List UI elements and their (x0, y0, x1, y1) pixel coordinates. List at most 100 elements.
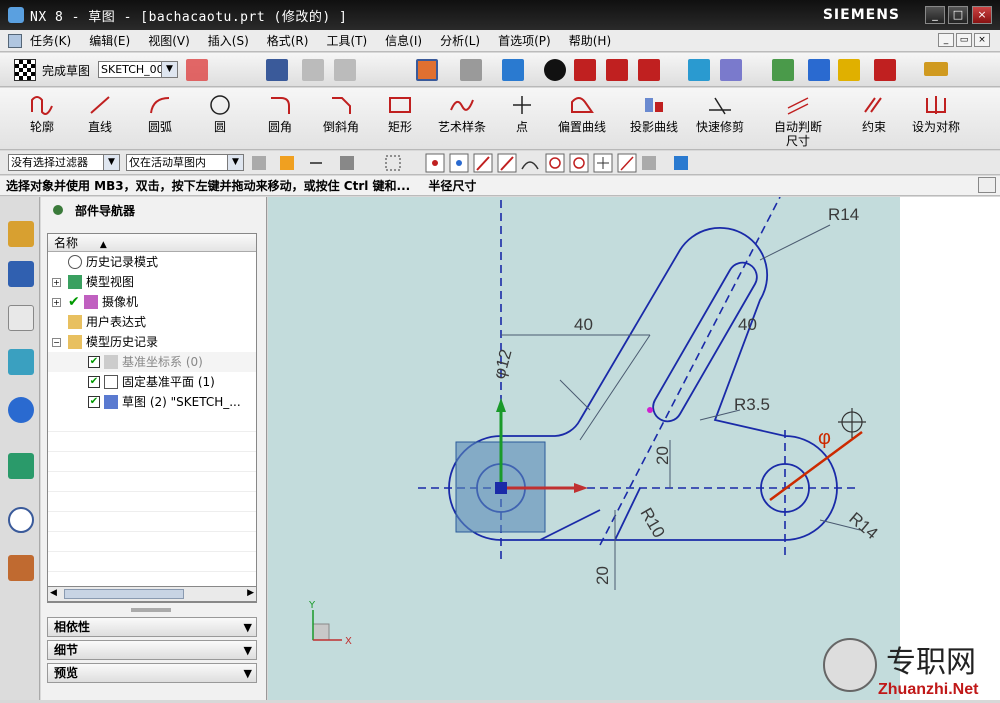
render-style-icon[interactable] (460, 59, 482, 81)
copy-icon[interactable] (334, 59, 356, 81)
graphics-window[interactable]: R14 40 40 φ12 R3.5 20 R10 R14 20 φ Y X (268, 177, 1000, 700)
part-navigator-icon[interactable] (8, 305, 34, 331)
checkbox-checked[interactable]: ✔ (88, 376, 100, 388)
cube-section-icon[interactable] (638, 59, 660, 81)
name-column-header[interactable]: 名称 ▲ (48, 234, 256, 252)
clock-icon[interactable] (8, 507, 34, 533)
doc-restore-icon[interactable]: ▭ (956, 33, 972, 47)
nx-app-icon[interactable] (8, 7, 24, 23)
part-icon[interactable] (8, 33, 22, 48)
rotate-icon[interactable] (720, 59, 742, 81)
menu-preferences[interactable]: 首选项(P) (498, 32, 551, 49)
dim-20-vertical[interactable]: 20 (653, 446, 672, 465)
chevron-down-icon[interactable]: ▼ (244, 619, 252, 637)
tree-row[interactable]: 用户表达式 (48, 312, 256, 332)
tool-profile[interactable]: 轮廓 (22, 92, 62, 134)
web-browser-icon[interactable] (8, 397, 34, 423)
move-icon[interactable] (688, 59, 710, 81)
menu-task[interactable]: 任务(K) (30, 32, 71, 49)
scroll-left-icon[interactable]: ◀ (50, 588, 57, 598)
history-icon[interactable] (8, 453, 34, 479)
roles-icon[interactable] (8, 555, 34, 581)
tool-make-symmetric[interactable]: 设为对称 (906, 92, 966, 134)
sketch-view-icon[interactable] (544, 59, 566, 81)
sketch-canvas[interactable]: R14 40 40 φ12 R3.5 20 R10 R14 20 φ Y X (268, 196, 1000, 700)
checkbox-checked[interactable]: ✔ (88, 396, 100, 408)
snap-toolbar-icons[interactable] (250, 153, 690, 173)
finish-sketch-flag-icon[interactable] (14, 59, 36, 81)
tool-quick-trim[interactable]: 快速修剪 (692, 92, 748, 134)
tool-offset-curve[interactable]: 偏置曲线 (554, 92, 610, 134)
pin-icon[interactable] (53, 205, 63, 215)
type-filter-select[interactable]: 没有选择过滤器 ▼ (8, 154, 120, 171)
tree-row[interactable]: + 模型视图 (48, 272, 256, 292)
reuse-library-icon[interactable] (8, 349, 34, 375)
dim-r14-top[interactable]: R14 (828, 205, 859, 224)
splitter-handle[interactable] (131, 608, 171, 612)
chevron-down-icon[interactable]: ▼ (244, 642, 252, 660)
scrollbar-thumb[interactable] (64, 589, 184, 599)
collapse-icon[interactable]: − (52, 338, 61, 347)
reattach-icon[interactable] (186, 59, 208, 81)
tool-arc[interactable]: 圆弧 (140, 92, 180, 134)
tool-fillet[interactable]: 圆角 (260, 92, 300, 134)
tool-point[interactable]: 点 (502, 92, 542, 134)
cube-wire-icon[interactable] (606, 59, 628, 81)
menu-edit[interactable]: 编辑(E) (89, 32, 130, 49)
chevron-down-icon[interactable]: ▼ (227, 155, 243, 170)
assembly-navigator-icon[interactable] (8, 221, 34, 247)
dim-20-bottom[interactable]: 20 (593, 566, 612, 585)
cut-icon[interactable] (302, 59, 324, 81)
dim-phi-active[interactable]: φ (818, 427, 831, 449)
layer-icon[interactable] (772, 59, 794, 81)
save-icon[interactable] (266, 59, 288, 81)
tool-rectangle[interactable]: 矩形 (380, 92, 420, 134)
tool-spline[interactable]: 艺术样条 (434, 92, 490, 134)
tree-row[interactable]: − 模型历史记录 (48, 332, 256, 352)
minimize-button[interactable]: _ (925, 6, 945, 24)
details-panel[interactable]: 细节 ▼ (47, 640, 257, 660)
chevron-down-icon[interactable]: ▼ (103, 155, 119, 170)
tool-constraint[interactable]: 约束 (854, 92, 894, 134)
scroll-right-icon[interactable]: ▶ (247, 588, 254, 598)
horizontal-scrollbar[interactable]: ◀ ▶ (47, 586, 257, 602)
menu-info[interactable]: 信息(I) (385, 32, 422, 49)
menu-tools[interactable]: 工具(T) (326, 32, 367, 49)
tree-row[interactable]: 历史记录模式 (48, 252, 256, 272)
ruler-icon[interactable] (924, 62, 948, 76)
dependencies-panel[interactable]: 相依性 ▼ (47, 617, 257, 637)
tree-row[interactable]: ✔ 草图 (2) "SKETCH_... (48, 392, 256, 412)
dim-40-slanted[interactable]: 40 (738, 315, 757, 334)
doc-minimize-icon[interactable]: _ (938, 33, 954, 47)
chevron-down-icon[interactable]: ▼ (161, 62, 177, 77)
preview-panel[interactable]: 预览 ▼ (47, 663, 257, 683)
analysis-icon[interactable] (838, 59, 860, 81)
red-cube-icon[interactable] (574, 59, 596, 81)
chevron-down-icon[interactable]: ▼ (244, 665, 252, 683)
tool-circle[interactable]: 圆 (200, 92, 240, 134)
shaded-cube-icon[interactable] (502, 59, 524, 81)
menu-help[interactable]: 帮助(H) (569, 32, 611, 49)
tool-project-curve[interactable]: 投影曲线 (626, 92, 682, 134)
tool-chamfer[interactable]: 倒斜角 (316, 92, 366, 134)
menu-view[interactable]: 视图(V) (148, 32, 190, 49)
tree-row[interactable]: + ✔ 摄像机 (48, 292, 256, 312)
tree-row[interactable]: ✔ 基准坐标系 (0) (48, 352, 256, 372)
doc-close-icon[interactable]: × (974, 33, 990, 47)
restore-panel-icon[interactable] (978, 177, 996, 193)
fit-view-icon[interactable] (416, 59, 438, 81)
checkbox-checked[interactable]: ✔ (88, 356, 100, 368)
constraint-navigator-icon[interactable] (8, 261, 34, 287)
expand-icon[interactable]: + (52, 278, 61, 287)
tool-auto-dimension[interactable]: 自动判断 尺寸 (768, 92, 828, 148)
snap-icon[interactable] (874, 59, 896, 81)
tree-row[interactable]: ✔ 固定基准平面 (1) (48, 372, 256, 392)
menu-format[interactable]: 格式(R) (267, 32, 309, 49)
menu-analysis[interactable]: 分析(L) (440, 32, 480, 49)
dim-r3-5[interactable]: R3.5 (734, 395, 770, 414)
expand-icon[interactable]: + (52, 298, 61, 307)
tool-line[interactable]: 直线 (80, 92, 120, 134)
close-button[interactable]: × (972, 6, 992, 24)
maximize-button[interactable]: □ (948, 6, 968, 24)
measure-icon[interactable] (808, 59, 830, 81)
